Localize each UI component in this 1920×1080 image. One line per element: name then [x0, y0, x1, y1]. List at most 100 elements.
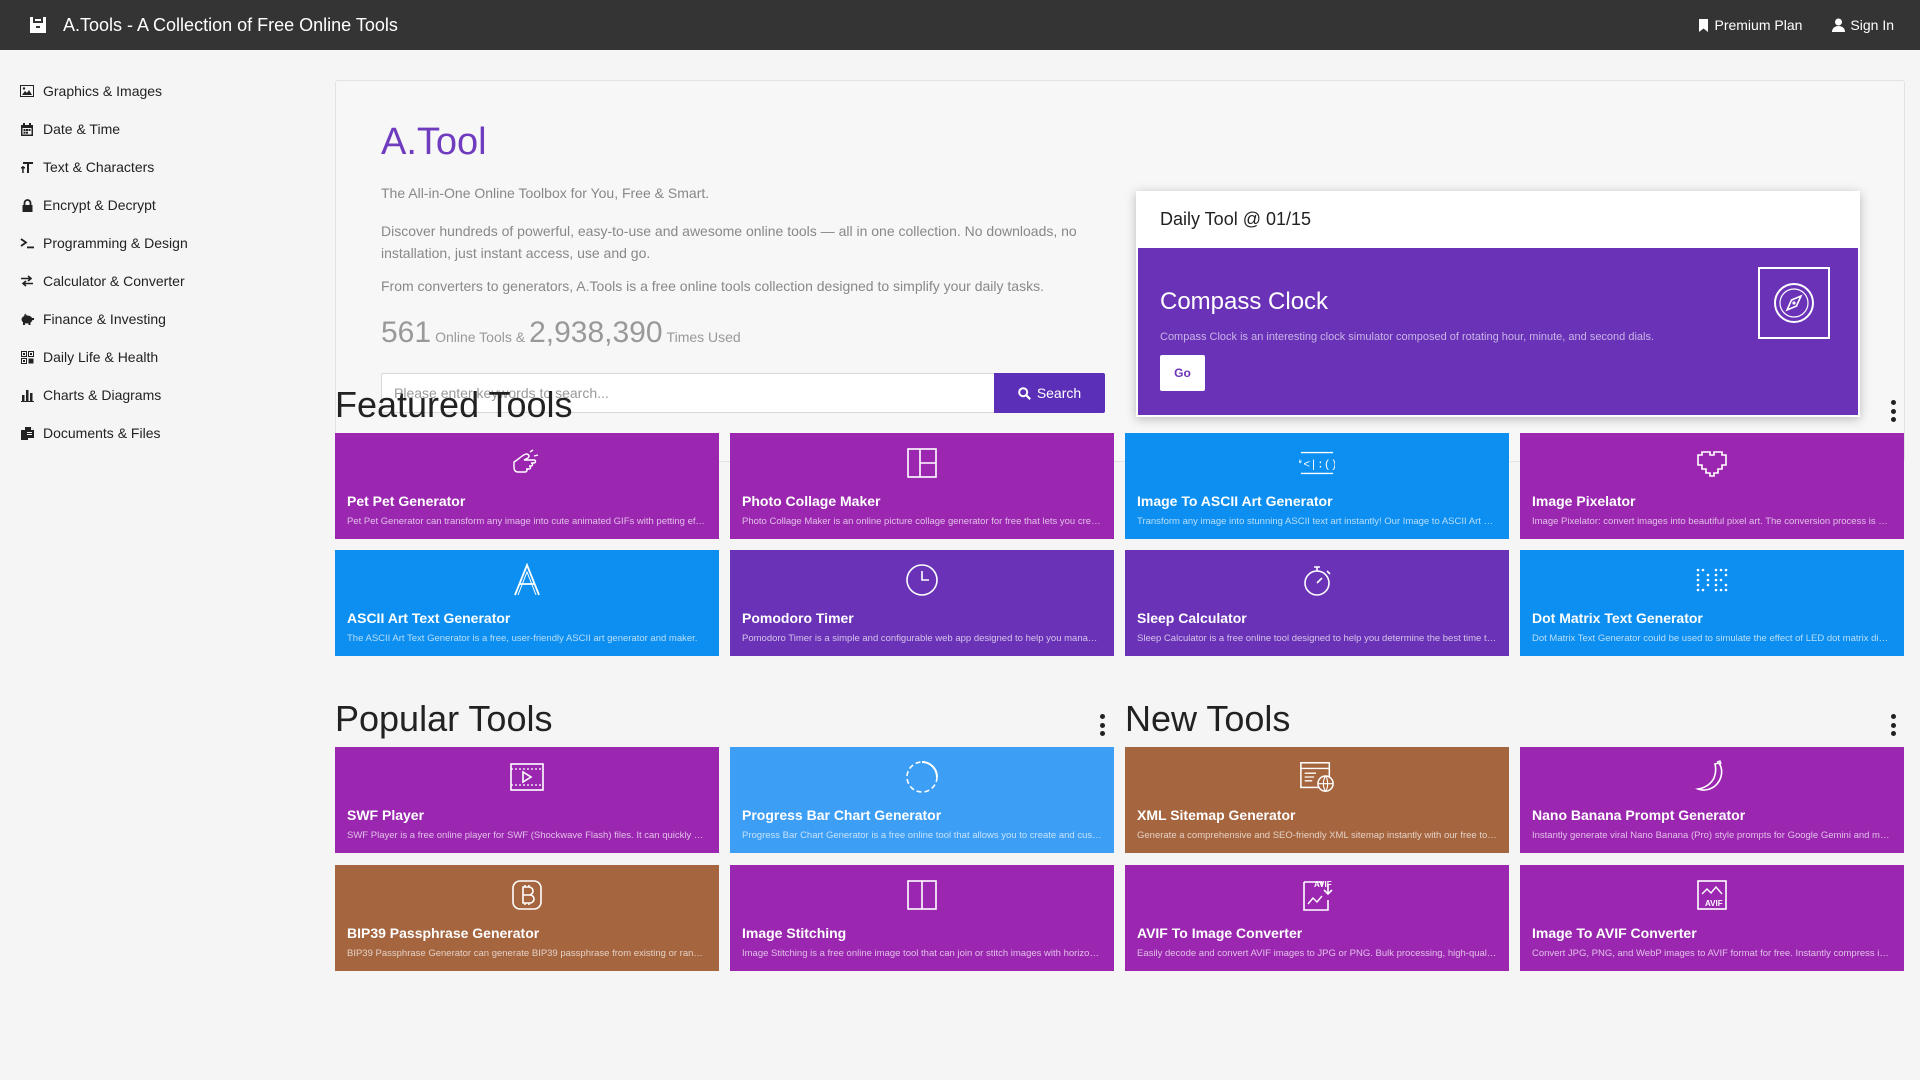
daily-tool-go-button[interactable]: Go	[1160, 355, 1205, 391]
tool-card-bip39-passphrase-generator[interactable]: BIP39 Passphrase Generator BIP39 Passphr…	[335, 865, 719, 971]
sidebar-item-calculator-converter[interactable]: Calculator & Converter	[0, 262, 320, 300]
tool-card-description: Convert JPG, PNG, and WebP images to AVI…	[1532, 948, 1892, 959]
sidebar-item-daily-life-health[interactable]: Daily Life & Health	[0, 338, 320, 376]
popular-tools-title: Popular Tools	[335, 698, 553, 739]
exchange-icon	[20, 274, 34, 288]
featured-more-menu-icon[interactable]	[1889, 400, 1897, 422]
tool-card-image-to-ascii-art-generator[interactable]: *<|:() Image To ASCII Art Generator Tran…	[1125, 433, 1509, 539]
tool-card-title: Photo Collage Maker	[742, 493, 881, 509]
tool-card-title: SWF Player	[347, 807, 425, 823]
tool-card-title: ASCII Art Text Generator	[347, 610, 511, 626]
tool-card-dot-matrix-text-generator[interactable]: Dot Matrix Text Generator Dot Matrix Tex…	[1520, 550, 1904, 656]
featured-tools-title: Featured Tools	[335, 384, 573, 425]
avif-export-icon: AVIF	[1299, 877, 1335, 913]
letter-a-icon	[509, 562, 545, 598]
piggy-bank-icon	[20, 312, 34, 326]
avif-import-icon: AVIF	[1694, 877, 1730, 913]
usage-stats: 561 Online Tools & 2,938,390 Times Used	[381, 316, 745, 350]
daily-tool-heading: Daily Tool @ 01/15	[1160, 208, 1312, 229]
sign-in-link[interactable]: Sign In	[1832, 17, 1894, 33]
sidebar-item-label: Charts & Diagrams	[43, 387, 162, 403]
svg-text:AVIF: AVIF	[1314, 880, 1332, 889]
tool-card-image-to-avif-converter[interactable]: AVIF Image To AVIF Converter Convert JPG…	[1520, 865, 1904, 971]
video-player-icon	[509, 759, 545, 795]
tool-card-title: Sleep Calculator	[1137, 610, 1247, 626]
tool-card-pomodoro-timer[interactable]: Pomodoro Timer Pomodoro Timer is a simpl…	[730, 550, 1114, 656]
tool-card-image-stitching[interactable]: Image Stitching Image Stitching is a fre…	[730, 865, 1114, 971]
sidebar: Graphics & Images Date & Time Text & Cha…	[0, 50, 320, 1080]
new-tools-title: New Tools	[1125, 698, 1291, 739]
premium-plan-link[interactable]: Premium Plan	[1698, 17, 1802, 33]
banana-icon	[1694, 759, 1730, 795]
tool-card-progress-bar-chart-generator[interactable]: Progress Bar Chart Generator Progress Ba…	[730, 747, 1114, 853]
lock-icon	[20, 198, 34, 212]
tool-card-swf-player[interactable]: SWF Player SWF Player is a free online p…	[335, 747, 719, 853]
search-button[interactable]: Search	[994, 373, 1105, 413]
tool-card-photo-collage-maker[interactable]: Photo Collage Maker Photo Collage Maker …	[730, 433, 1114, 539]
stopwatch-icon	[1299, 562, 1335, 598]
tool-card-description: Progress Bar Chart Generator is a free o…	[742, 830, 1102, 841]
tool-card-xml-sitemap-generator[interactable]: XML Sitemap Generator Generate a compreh…	[1125, 747, 1509, 853]
tool-card-description: Photo Collage Maker is an online picture…	[742, 516, 1102, 527]
new-more-menu-icon[interactable]	[1889, 714, 1897, 736]
files-icon	[20, 426, 34, 440]
tool-card-description: Image Stitching is a free online image t…	[742, 948, 1102, 959]
tool-card-title: Image To AVIF Converter	[1532, 925, 1697, 941]
sidebar-item-encrypt-decrypt[interactable]: Encrypt & Decrypt	[0, 186, 320, 224]
tagline: The All-in-One Online Toolbox for You, F…	[381, 185, 710, 201]
pixel-heart-icon	[1694, 445, 1730, 481]
sign-in-label: Sign In	[1850, 17, 1894, 33]
tool-card-title: Pomodoro Timer	[742, 610, 854, 626]
split-panel-icon	[904, 877, 940, 913]
tool-card-title: BIP39 Passphrase Generator	[347, 925, 540, 941]
bookmark-icon	[1699, 18, 1709, 32]
tool-card-avif-to-image-converter[interactable]: AVIF AVIF To Image Converter Easily deco…	[1125, 865, 1509, 971]
tool-card-sleep-calculator[interactable]: Sleep Calculator Sleep Calculator is a f…	[1125, 550, 1509, 656]
tools-count-label: Online Tools &	[435, 329, 526, 345]
collage-grid-icon	[904, 445, 940, 481]
tool-card-description: Pet Pet Generator can transform any imag…	[347, 516, 707, 527]
sidebar-item-finance-investing[interactable]: Finance & Investing	[0, 300, 320, 338]
tool-card-title: Pet Pet Generator	[347, 493, 466, 509]
tool-card-title: Image Pixelator	[1532, 493, 1636, 509]
search-icon	[1018, 386, 1031, 400]
app-title[interactable]: A.Tools - A Collection of Free Online To…	[63, 15, 398, 36]
grid-icon	[20, 350, 34, 364]
tool-card-title: Image To ASCII Art Generator	[1137, 493, 1333, 509]
sidebar-item-programming-design[interactable]: Programming & Design	[0, 224, 320, 262]
sitemap-globe-icon	[1299, 759, 1335, 795]
sidebar-item-date-time[interactable]: Date & Time	[0, 110, 320, 148]
toolbox-logo-icon[interactable]	[27, 14, 49, 36]
bitcoin-icon	[509, 877, 545, 913]
sidebar-item-documents-files[interactable]: Documents & Files	[0, 414, 320, 452]
progress-circle-icon	[904, 759, 940, 795]
clock-icon	[904, 562, 940, 598]
tool-card-title: Nano Banana Prompt Generator	[1532, 807, 1746, 823]
calendar-icon	[20, 122, 34, 136]
sidebar-item-label: Finance & Investing	[43, 311, 166, 327]
tool-card-description: Dot Matrix Text Generator could be used …	[1532, 633, 1892, 644]
daily-tool-body: Compass Clock Compass Clock is an intere…	[1138, 248, 1858, 415]
tool-card-title: Dot Matrix Text Generator	[1532, 610, 1703, 626]
sidebar-item-graphics-images[interactable]: Graphics & Images	[0, 72, 320, 110]
sidebar-item-charts-diagrams[interactable]: Charts & Diagrams	[0, 376, 320, 414]
tool-card-title: Progress Bar Chart Generator	[742, 807, 942, 823]
tool-card-description: Sleep Calculator is a free online tool d…	[1137, 633, 1497, 644]
tool-card-nano-banana-prompt-generator[interactable]: Nano Banana Prompt Generator Instantly g…	[1520, 747, 1904, 853]
tools-count: 561	[381, 316, 432, 349]
search-button-label: Search	[1036, 385, 1082, 401]
tool-card-pet-pet-generator[interactable]: Pet Pet Generator Pet Pet Generator can …	[335, 433, 719, 539]
used-count: 2,938,390	[529, 316, 663, 349]
sidebar-item-label: Calculator & Converter	[43, 273, 185, 289]
bar-chart-icon	[20, 388, 34, 402]
sidebar-item-text-characters[interactable]: Text & Characters	[0, 148, 320, 186]
tool-card-title: XML Sitemap Generator	[1137, 807, 1296, 823]
popular-more-menu-icon[interactable]	[1098, 714, 1106, 736]
tool-card-ascii-art-text-generator[interactable]: ASCII Art Text Generator The ASCII Art T…	[335, 550, 719, 656]
image-icon	[20, 84, 34, 98]
tool-card-image-pixelator[interactable]: Image Pixelator Image Pixelator: convert…	[1520, 433, 1904, 539]
tool-card-title: Image Stitching	[742, 925, 847, 941]
svg-text:*<|:(): *<|:()	[1299, 460, 1335, 472]
hero-description: Discover hundreds of powerful, easy-to-u…	[381, 223, 1077, 261]
daily-tool-name[interactable]: Compass Clock	[1160, 288, 1328, 316]
